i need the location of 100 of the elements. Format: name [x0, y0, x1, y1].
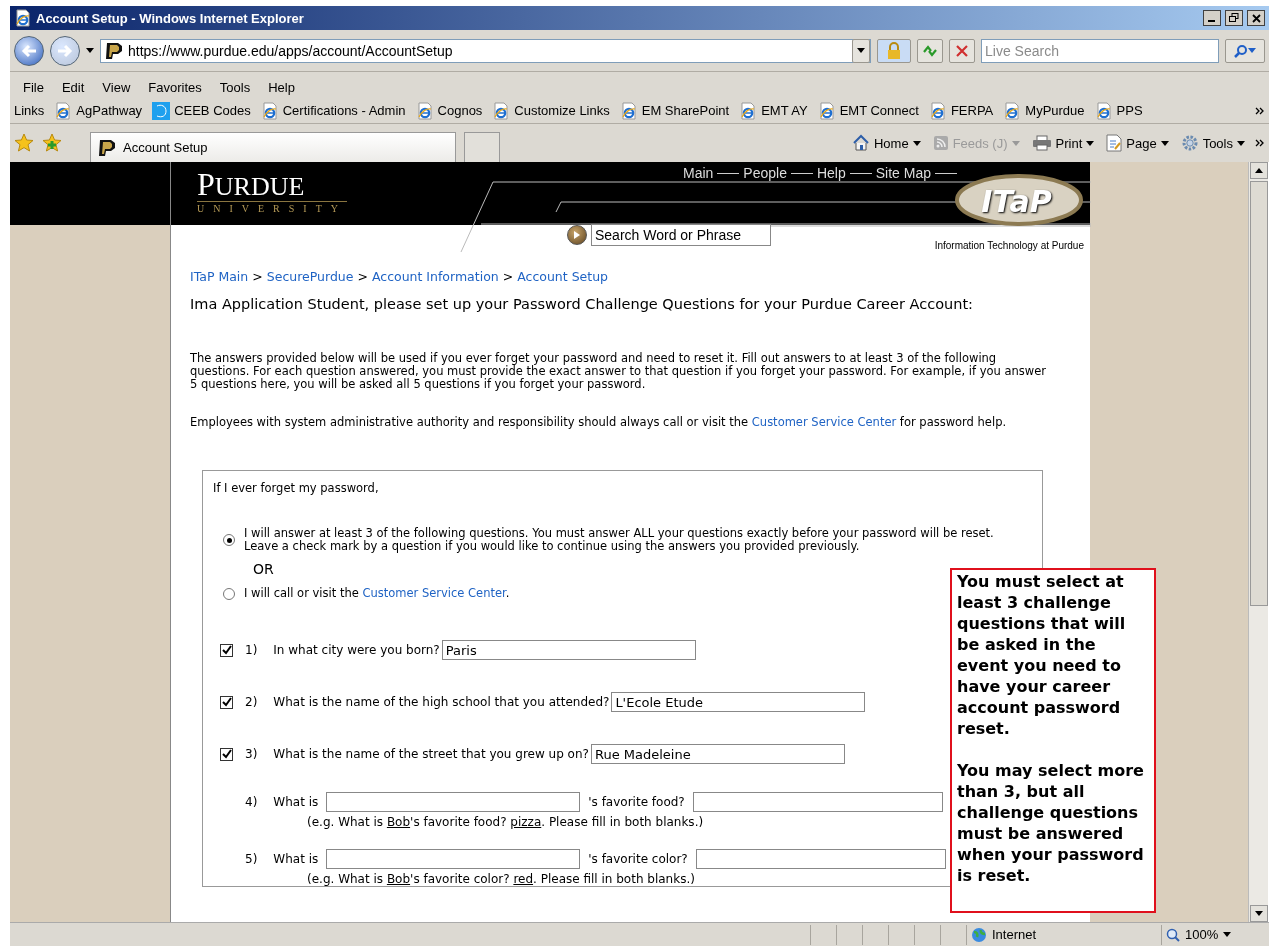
- option-text: I will answer at least 3 of the following questions. You must answer ALL your questions exactly before your password will be reset. Leave a check mark by a question if you would like to continue using the answers you provided previously.: [244, 527, 995, 553]
- browser-page-icon: [1003, 101, 1022, 120]
- favorite-link[interactable]: EM SharePoint: [619, 101, 730, 120]
- favorite-link[interactable]: Certifications - Admin: [260, 101, 406, 120]
- nav-link[interactable]: Site Map: [875, 165, 931, 181]
- nav-link[interactable]: People: [743, 165, 787, 181]
- caret-icon: [86, 48, 94, 53]
- printer-icon: [1031, 135, 1052, 151]
- caret-icon: [1086, 140, 1095, 146]
- customer-service-link[interactable]: Customer Service Center: [751, 415, 897, 429]
- play-icon: [573, 230, 581, 240]
- window-title: Account Setup - Windows Internet Explorer: [36, 10, 305, 26]
- search-go-button[interactable]: [567, 225, 587, 245]
- answer-field[interactable]: L'Ecole Etude: [611, 692, 866, 712]
- menu-item[interactable]: Tools: [210, 79, 260, 95]
- breadcrumb-separator: >: [252, 269, 263, 284]
- or-divider-text: OR: [253, 561, 275, 577]
- check-icon: [221, 645, 232, 655]
- favorite-link[interactable]: Cognos: [415, 101, 483, 120]
- radio-button[interactable]: [223, 587, 235, 600]
- favorite-link[interactable]: CEEB Codes: [152, 101, 251, 120]
- security-zone[interactable]: Internet: [966, 924, 1161, 945]
- refresh-arrows-icon: [922, 43, 938, 58]
- chevron-icon[interactable]: [1255, 106, 1265, 115]
- logo-wordmark: PURDUE: [197, 170, 305, 201]
- site-search-field[interactable]: Search Word or Phrase: [591, 224, 771, 246]
- command-button[interactable]: Page: [1104, 134, 1171, 152]
- close-button[interactable]: [1247, 10, 1265, 26]
- callout-text: You must select at least 3 challenge questions that will be asked in the event you need to have your career account password reset.: [957, 571, 1127, 739]
- menu-item[interactable]: File: [14, 79, 53, 95]
- customer-service-link[interactable]: Customer Service Center: [362, 586, 506, 600]
- breadcrumb-link[interactable]: Account Setup: [517, 269, 609, 284]
- address-field[interactable]: https://www.purdue.edu/apps/account/AccountSetup: [100, 38, 871, 63]
- fill-in-field[interactable]: [326, 792, 581, 812]
- favorite-link[interactable]: PPS: [1094, 101, 1143, 120]
- browser-page-icon: [928, 101, 947, 120]
- caret-icon: [1223, 932, 1232, 937]
- vertical-scrollbar[interactable]: [1248, 162, 1268, 922]
- question-number: 3): [245, 747, 258, 761]
- favorite-link[interactable]: FERPA: [928, 101, 994, 120]
- command-button[interactable]: Tools: [1178, 134, 1247, 152]
- browser-page-icon: [415, 101, 434, 120]
- browser-page-icon: [817, 101, 836, 120]
- restore-button[interactable]: [1225, 10, 1243, 26]
- back-arrow-icon: [21, 43, 37, 58]
- zoom-level[interactable]: 100%: [1161, 924, 1269, 945]
- command-button[interactable]: Home: [849, 134, 923, 152]
- question-text: 's favorite color?: [588, 852, 688, 866]
- stop-button[interactable]: [949, 38, 975, 63]
- star-icon[interactable]: [14, 133, 34, 153]
- checkbox[interactable]: [220, 747, 233, 761]
- checkbox[interactable]: [220, 695, 233, 709]
- breadcrumb-link[interactable]: SecurePurdue: [266, 269, 354, 284]
- chevron-icon[interactable]: [1255, 139, 1265, 147]
- site-favicon-icon: [104, 41, 124, 60]
- breadcrumb-link[interactable]: ITaP Main: [190, 269, 249, 284]
- minimize-button[interactable]: [1203, 10, 1221, 26]
- menu-item[interactable]: Favorites: [139, 79, 211, 95]
- nav-link[interactable]: Help: [816, 165, 846, 181]
- answer-field[interactable]: [692, 792, 943, 812]
- purdue-logo[interactable]: PURDUE UNIVERSITY: [171, 162, 347, 214]
- browser-page-icon: [1094, 101, 1113, 120]
- back-button[interactable]: [14, 35, 44, 66]
- menu-item[interactable]: View: [93, 79, 140, 95]
- caret-icon: [1160, 140, 1169, 146]
- address-dropdown-button[interactable]: [852, 38, 870, 63]
- question-number: 5): [245, 852, 258, 866]
- favorite-link[interactable]: EMT AY: [739, 101, 808, 120]
- answer-field[interactable]: Paris: [441, 640, 696, 660]
- breadcrumb-separator: >: [502, 269, 514, 284]
- close-icon: [1251, 13, 1261, 23]
- answer-field[interactable]: [695, 849, 946, 869]
- search-field[interactable]: Live Search: [981, 38, 1219, 63]
- caret-icon: [1237, 140, 1245, 146]
- radio-button[interactable]: [223, 534, 235, 546]
- caret-icon: [1254, 911, 1263, 916]
- caret-icon: [912, 140, 921, 146]
- answer-field[interactable]: Rue Madeleine: [590, 744, 845, 764]
- padlock-icon: [886, 41, 902, 60]
- refresh-button[interactable]: [917, 38, 943, 63]
- browser-page-icon: [54, 101, 73, 120]
- search-button[interactable]: [1225, 38, 1265, 63]
- forward-button[interactable]: [50, 35, 80, 66]
- question-text: What is the name of the street that you grew up on?: [273, 747, 589, 761]
- breadcrumb-link[interactable]: Account Information: [371, 269, 499, 284]
- menu-item[interactable]: Edit: [52, 79, 94, 95]
- add-favorite-icon[interactable]: [42, 133, 62, 153]
- example-hint: (e.g. What is Bob's favorite food? pizza. Please fill in both blanks.): [307, 815, 704, 829]
- favorite-link[interactable]: AgPathway: [54, 101, 143, 120]
- menu-item[interactable]: Help: [259, 79, 304, 95]
- checkbox[interactable]: [220, 643, 233, 657]
- favorite-link[interactable]: EMT Connect: [817, 101, 919, 120]
- browser-tab[interactable]: Account Setup: [90, 132, 456, 162]
- nav-link[interactable]: Main: [683, 165, 714, 181]
- favorite-link[interactable]: MyPurdue: [1003, 101, 1085, 120]
- command-button[interactable]: Print: [1029, 135, 1097, 151]
- restore-icon: [1229, 13, 1239, 23]
- question-text: What is: [273, 795, 319, 809]
- fill-in-field[interactable]: [326, 849, 581, 869]
- favorite-link[interactable]: Customize Links: [492, 101, 610, 120]
